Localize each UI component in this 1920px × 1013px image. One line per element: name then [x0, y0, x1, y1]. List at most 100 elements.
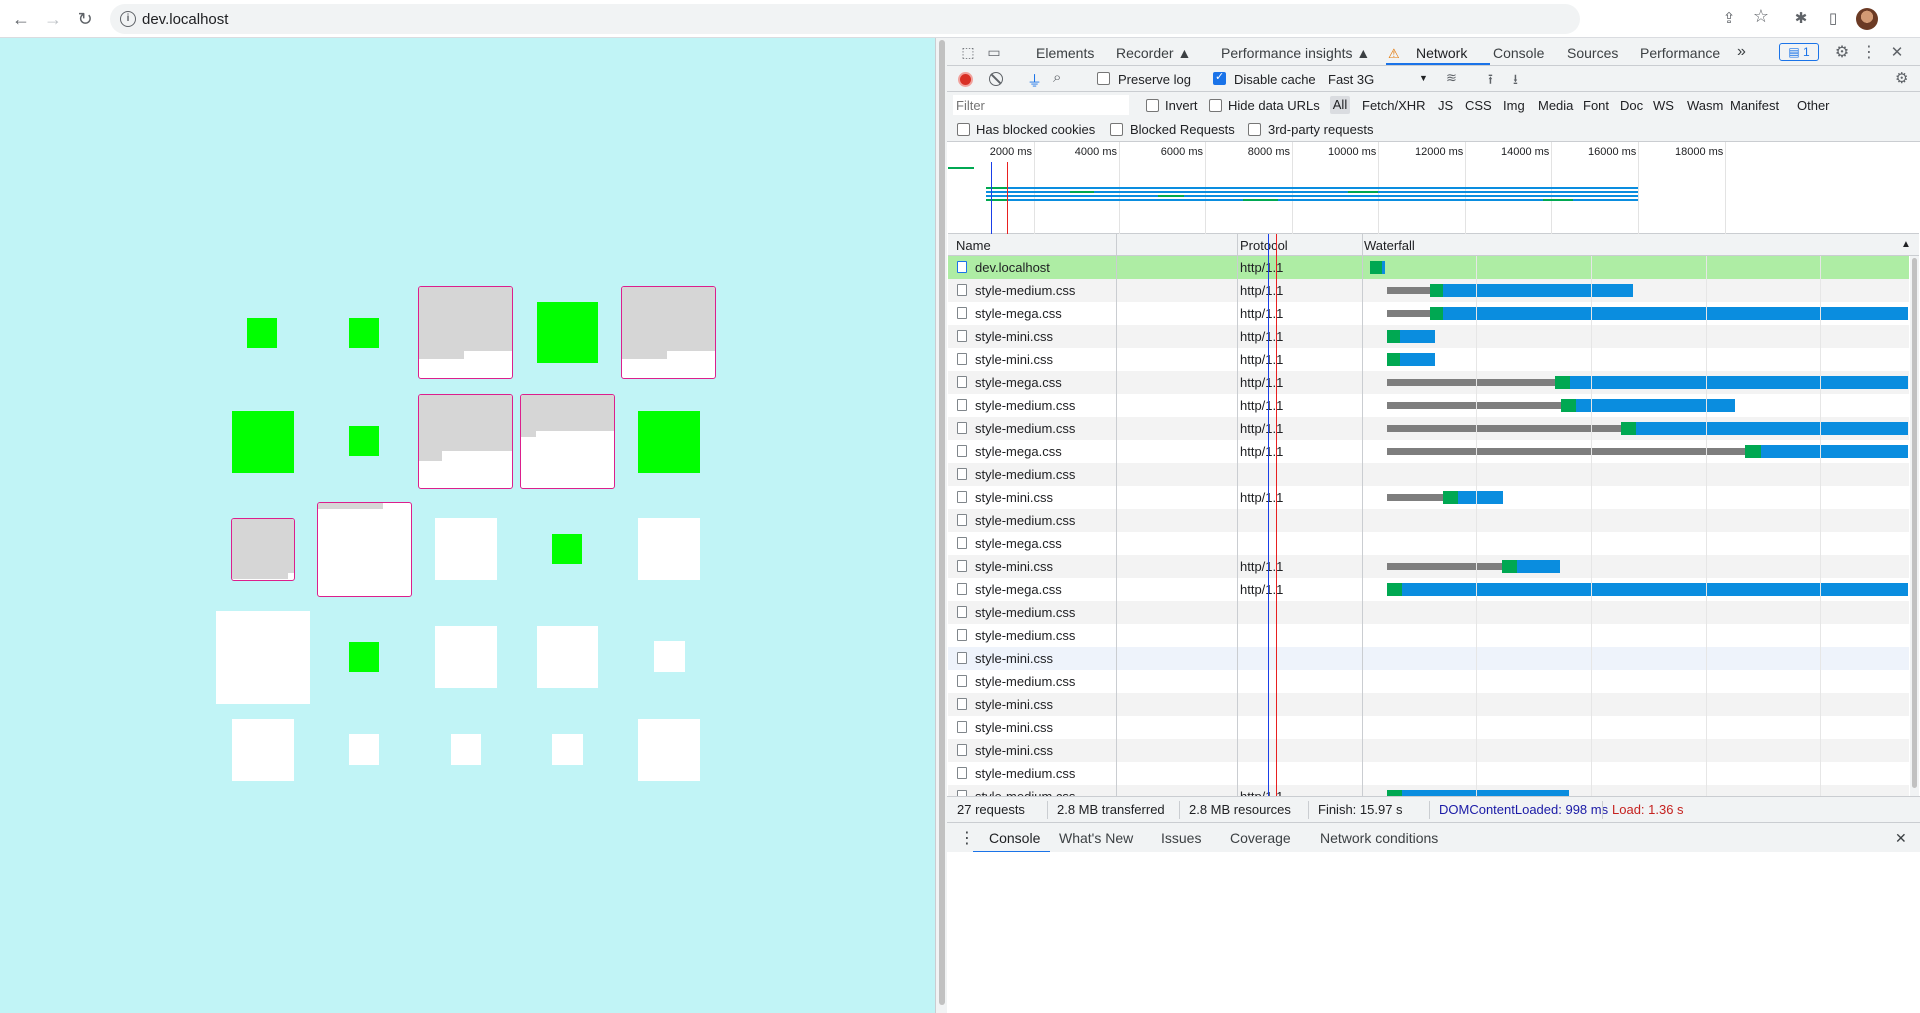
throttling-select[interactable]: Fast 3G — [1328, 72, 1374, 87]
request-name: dev.localhost — [975, 260, 1050, 275]
table-row[interactable]: style-mini.css — [948, 647, 1909, 670]
column-waterfall[interactable]: Waterfall — [1364, 238, 1415, 253]
type-filter-manifest[interactable]: Manifest — [1730, 98, 1779, 113]
table-row[interactable]: style-medium.css — [948, 463, 1909, 486]
table-row[interactable]: style-mini.css — [948, 693, 1909, 716]
issues-badge[interactable]: ▤ 1 — [1779, 43, 1819, 61]
table-row[interactable]: style-medium.css — [948, 762, 1909, 785]
request-name: style-mega.css — [975, 536, 1062, 551]
bookmark-star-icon[interactable]: ☆ — [1751, 6, 1771, 26]
url-text[interactable]: dev.localhost — [142, 11, 228, 28]
side-panel-icon[interactable]: ▯ — [1823, 9, 1843, 29]
table-row[interactable]: style-medium.css — [948, 670, 1909, 693]
scrollbar-thumb[interactable] — [1912, 258, 1917, 788]
drawer-tab-console[interactable]: Console — [989, 830, 1040, 846]
type-filter-doc[interactable]: Doc — [1620, 98, 1643, 113]
tab-recorder[interactable]: Recorder ▲ — [1116, 45, 1191, 61]
type-filter-wasm[interactable]: Wasm — [1687, 98, 1723, 113]
import-har-icon[interactable]: ⭱ — [1488, 69, 1493, 93]
tab-elements[interactable]: Elements — [1036, 45, 1094, 61]
type-filter-all[interactable]: All — [1330, 96, 1350, 114]
table-row[interactable]: style-mega.css http/1.1 — [948, 371, 1909, 394]
tab-network[interactable]: Network — [1416, 45, 1467, 61]
timeline-overview[interactable]: 2000 ms 4000 ms 6000 ms 8000 ms 10000 ms 1200… — [948, 142, 1919, 234]
type-filter-media[interactable]: Media — [1538, 98, 1573, 113]
tab-performance[interactable]: Performance — [1640, 45, 1720, 61]
table-row[interactable]: style-medium.csshttp/1.1 — [948, 417, 1909, 440]
blocked-requests-checkbox[interactable] — [1110, 123, 1123, 136]
forward-icon[interactable]: → — [40, 6, 66, 32]
table-row[interactable]: style-mega.css http/1.1 — [948, 578, 1909, 601]
back-icon[interactable]: ← — [8, 6, 34, 32]
more-tabs-icon[interactable]: » — [1737, 43, 1746, 61]
type-filter-other[interactable]: Other — [1797, 98, 1830, 113]
type-filter-ws[interactable]: WS — [1653, 98, 1674, 113]
export-har-icon[interactable]: ⭳ — [1513, 69, 1518, 93]
close-drawer-icon[interactable]: ✕ — [1895, 830, 1907, 847]
extensions-icon[interactable]: ✱ — [1791, 9, 1811, 29]
drawer-tab-issues[interactable]: Issues — [1161, 830, 1201, 846]
filter-funnel-icon[interactable]: ⏚ — [1027, 70, 1042, 91]
column-divider[interactable] — [1116, 234, 1117, 796]
table-row[interactable]: style-medium.css — [948, 601, 1909, 624]
chevron-down-icon[interactable]: ▼ — [1419, 73, 1428, 83]
filter-input[interactable] — [953, 95, 1129, 115]
table-row[interactable]: style-medium.csshttp/1.1 — [948, 394, 1909, 417]
blocked-cookies-checkbox[interactable] — [957, 123, 970, 136]
table-row[interactable]: style-mini.css http/1.1 — [948, 348, 1909, 371]
reload-icon[interactable]: ↻ — [72, 6, 98, 32]
type-filter-fetch-xhr[interactable]: Fetch/XHR — [1362, 98, 1426, 113]
drawer-menu-icon[interactable]: ⋮ — [959, 828, 975, 848]
address-bar[interactable]: i dev.localhost — [110, 4, 1580, 34]
table-row[interactable]: style-medium.csshttp/1.1 — [948, 785, 1909, 796]
table-row[interactable]: style-medium.css — [948, 509, 1909, 532]
column-divider[interactable] — [1362, 234, 1363, 796]
table-row[interactable]: style-medium.csshttp/1.1 — [948, 279, 1909, 302]
column-protocol[interactable]: Protocol — [1240, 238, 1288, 253]
settings-gear-icon[interactable]: ⚙ — [1833, 42, 1851, 61]
share-icon[interactable]: ⇪ — [1719, 9, 1739, 29]
table-row[interactable]: dev.localhost http/1.1 — [948, 256, 1909, 279]
drawer-tab-whats-new[interactable]: What's New — [1059, 830, 1133, 846]
third-party-checkbox[interactable] — [1248, 123, 1261, 136]
type-filter-img[interactable]: Img — [1503, 98, 1525, 113]
table-row[interactable]: style-mini.css http/1.1 — [948, 555, 1909, 578]
column-divider[interactable] — [1237, 234, 1238, 796]
table-row[interactable]: style-mega.css — [948, 532, 1909, 555]
table-row[interactable]: style-medium.css — [948, 624, 1909, 647]
scrollbar-thumb[interactable] — [939, 40, 945, 1005]
site-info-icon[interactable]: i — [120, 11, 136, 27]
search-icon[interactable]: ⌕ — [1053, 69, 1061, 86]
table-row[interactable]: style-mega.css http/1.1 — [948, 440, 1909, 463]
record-button[interactable] — [958, 72, 973, 87]
clear-icon[interactable] — [989, 72, 1003, 86]
invert-checkbox[interactable] — [1146, 99, 1159, 112]
preserve-log-checkbox[interactable] — [1097, 72, 1110, 85]
table-row[interactable]: style-mini.css — [948, 716, 1909, 739]
tab-console[interactable]: Console — [1493, 45, 1544, 61]
close-devtools-icon[interactable]: ✕ — [1888, 43, 1906, 61]
table-row[interactable]: style-mini.css http/1.1 — [948, 325, 1909, 348]
disable-cache-checkbox[interactable] — [1213, 70, 1226, 85]
table-row[interactable]: style-mini.css — [948, 739, 1909, 762]
tab-performance-insights[interactable]: Performance insights ▲ — [1221, 45, 1370, 61]
drawer-tab-network-conditions[interactable]: Network conditions — [1320, 830, 1438, 846]
kebab-menu-icon[interactable]: ⋮ — [1860, 42, 1878, 61]
device-toolbar-icon[interactable]: ▭ — [985, 44, 1003, 62]
table-row[interactable]: style-mega.css http/1.1 — [948, 302, 1909, 325]
type-filter-css[interactable]: CSS — [1465, 98, 1492, 113]
tab-sources[interactable]: Sources — [1567, 45, 1618, 61]
inspect-element-icon[interactable]: ⬚ — [959, 44, 977, 62]
table-scrollbar[interactable] — [1910, 256, 1919, 796]
avatar[interactable] — [1856, 8, 1878, 30]
sort-ascending-icon[interactable]: ▲ — [1901, 239, 1911, 250]
table-row[interactable]: style-mini.css http/1.1 — [948, 486, 1909, 509]
network-settings-gear-icon[interactable]: ⚙ — [1895, 69, 1908, 87]
type-filter-js[interactable]: JS — [1438, 98, 1453, 113]
network-conditions-icon[interactable]: ≋ — [1446, 70, 1457, 86]
type-filter-font[interactable]: Font — [1583, 98, 1609, 113]
viewport-scrollbar[interactable] — [935, 38, 947, 1013]
hide-data-urls-checkbox[interactable] — [1209, 99, 1222, 112]
drawer-tab-coverage[interactable]: Coverage — [1230, 830, 1291, 846]
column-name[interactable]: Name — [956, 238, 991, 253]
